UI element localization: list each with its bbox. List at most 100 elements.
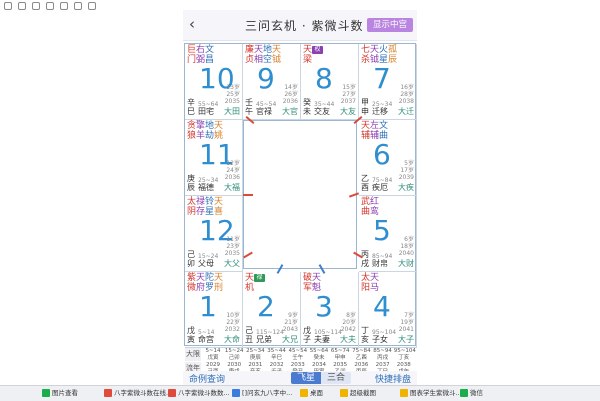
- palace-number: 4: [373, 290, 391, 323]
- age-list: 9岁 21岁 2043: [282, 312, 298, 333]
- age-list: 14岁 26岁 2036: [282, 84, 298, 105]
- app-icon: [400, 389, 408, 397]
- palace-number: 6: [373, 138, 391, 171]
- age-list: 7岁 19岁 2041: [398, 312, 414, 333]
- daxian-cell[interactable]: 35~44 辛巳: [267, 348, 287, 361]
- star-name: 廉 贞: [245, 45, 255, 65]
- palace-cell[interactable]: 天 辅左 辅文 曲 6 5岁 17岁 2039 乙 酉 75~84 疾厄 大疾: [359, 120, 417, 196]
- palace-cell[interactable]: 紫 微天 府陀 罗天 刑 1 10岁 22岁 2032 戊 寅 5~14 命宫 大命: [185, 272, 243, 348]
- star-name: 天 梁: [303, 45, 313, 65]
- taskbar-label: []问玄九八字中...: [242, 389, 293, 397]
- daxian-cell[interactable]: 75~84 乙酉: [351, 348, 371, 361]
- taskbar-item[interactable]: 微信: [460, 388, 483, 399]
- ganzhi: 己 卯: [187, 250, 195, 268]
- taskbar-label: 超级截图: [350, 389, 376, 397]
- daxian-cell[interactable]: 55~64 癸未: [309, 348, 329, 361]
- palace-cell[interactable]: 武 曲红 鸾 5 6岁 18岁 2040 丙 戌 85~94 财帛 大财: [359, 196, 417, 272]
- flying-star-tab[interactable]: 飞星: [291, 372, 322, 384]
- app-icon: [168, 389, 176, 397]
- taskbar-item[interactable]: 图片查看: [42, 388, 78, 399]
- daxian-palace: 大子: [398, 335, 414, 344]
- star-name: 七 杀: [361, 45, 371, 65]
- star-name: 武 曲: [361, 197, 371, 217]
- edit-icon[interactable]: [46, 2, 54, 10]
- age-list: 15岁 27岁 2037: [340, 84, 356, 105]
- palace-name: 迁移: [372, 107, 388, 116]
- palace-cell[interactable]: 巨 门右 弼文 昌 10 13岁 25岁 2035 辛 巳 55~64 田宅 大田: [185, 44, 243, 120]
- copy-icon[interactable]: [32, 2, 40, 10]
- show-center-button[interactable]: 显示中宫: [367, 18, 413, 32]
- star-name: 紫 微: [187, 273, 197, 293]
- palace-cell[interactable]: 贪 狼擎 羊地 劫天 姚 11 12岁 24岁 2036 庚 辰 25~34 福德 大福: [185, 120, 243, 196]
- star-name: 天 辅: [361, 121, 371, 141]
- case-query-link[interactable]: 命例查询: [189, 372, 225, 385]
- star-name: 破 军: [303, 273, 313, 293]
- taskbar-label: 八字紫微斗数在线...: [114, 389, 173, 397]
- daxian-cell[interactable]: 25~34 庚辰: [245, 348, 265, 361]
- daxian-cell[interactable]: 65~74 甲申: [330, 348, 350, 361]
- palace-name: 交友: [314, 107, 330, 116]
- ganzhi: 丁 亥: [361, 326, 369, 344]
- star-name: 禄: [254, 274, 265, 284]
- folder-icon[interactable]: [18, 2, 26, 10]
- daxian-palace: 大夫: [340, 335, 356, 344]
- center-palace: [243, 120, 357, 269]
- file-icon[interactable]: [4, 2, 12, 10]
- palace-number: 3: [315, 290, 333, 323]
- daxian-cell[interactable]: 15~24 己卯: [224, 348, 244, 361]
- palace-number: 7: [373, 62, 391, 95]
- palace-cell[interactable]: 七 杀天 钺火 星孤 辰 7 16岁 28岁 2038 甲 申 25~34 迁移 大迁: [359, 44, 417, 120]
- daxian-cell[interactable]: 85~94 丙戌: [373, 348, 393, 361]
- ganzhi: 壬 午: [245, 98, 253, 116]
- age-list: 5岁 17岁 2039: [398, 160, 414, 181]
- star-name: 天 机: [245, 273, 255, 293]
- palace-cell[interactable]: 太 阴禄 存铃 星天 喜 12 11岁 23岁 2035 己 卯 15~24 父母 大父: [185, 196, 243, 272]
- back-arrow-icon[interactable]: ‹: [189, 15, 203, 33]
- palace-name: 子女: [372, 335, 388, 344]
- daxian-label: 大限: [185, 348, 201, 361]
- daxian-palace: 大官: [282, 107, 298, 116]
- palace-cell[interactable]: 天 梁权 8 15岁 27岁 2037 癸 未 35~44 交友 大友: [301, 44, 359, 120]
- taskbar-item[interactable]: 图表学生紫微斗...: [400, 388, 462, 399]
- app-icon: [300, 389, 308, 397]
- bottom-bar: 命例查询 飞星 三合 快捷排盘: [183, 371, 417, 385]
- mode-switch[interactable]: 飞星 三合: [291, 372, 352, 384]
- ganzhi: 乙 酉: [361, 174, 369, 192]
- palace-number: 1: [199, 290, 217, 323]
- taskbar-item[interactable]: []问玄九八字中...: [232, 388, 292, 399]
- palace-name: 官禄: [256, 107, 272, 116]
- palace-cell[interactable]: 廉 贞天 相地 空天 钺 9 14岁 26岁 2036 壬 午 45~54 官禄 大官: [243, 44, 301, 120]
- daxian-cell[interactable]: 95~104 丁亥: [394, 348, 416, 361]
- palace-cell[interactable]: 破 军天 魁 3 8岁 20岁 2042 戊 子 105~114 夫妻 大夫: [301, 272, 359, 348]
- palace-cell[interactable]: 太 阳天 马 4 7岁 19岁 2041 丁 亥 95~104 子女 大子: [359, 272, 417, 348]
- crop-icon[interactable]: [74, 2, 82, 10]
- daxian-cell[interactable]: 45~54 壬午: [288, 348, 308, 361]
- star-name: 贪 狼: [187, 121, 197, 141]
- ganzhi: 己 丑: [245, 326, 253, 344]
- sihua-tag: 权: [312, 46, 323, 54]
- ganzhi: 戊 寅: [187, 326, 195, 344]
- daxian-cell[interactable]: 5~14 戊寅: [203, 348, 223, 361]
- quick-chart-link[interactable]: 快捷排盘: [375, 372, 411, 385]
- taskbar-item[interactable]: 八字紫微斗数在线...: [104, 388, 172, 399]
- star-name: 巨 门: [187, 45, 197, 65]
- daxian-palace: 大兄: [282, 335, 298, 344]
- age-list: 8岁 20岁 2042: [340, 312, 356, 333]
- palace-number: 5: [373, 214, 391, 247]
- taskbar-item[interactable]: 超级截图: [340, 388, 376, 399]
- sanhe-tab[interactable]: 三合: [321, 372, 352, 384]
- app-icon: [340, 389, 348, 397]
- share-icon[interactable]: [60, 2, 68, 10]
- daxian-palace: 大友: [340, 107, 356, 116]
- palace-name: 夫妻: [314, 335, 330, 344]
- ganzhi: 辛 巳: [187, 98, 195, 116]
- age-list: 6岁 18岁 2040: [398, 236, 414, 257]
- daxian-palace: 大疾: [398, 183, 414, 192]
- taskbar: 图片查看 八字紫微斗数在线... 八字紫微斗数数... []问玄九八字中... 桌面 超级…: [0, 385, 600, 401]
- delete-icon[interactable]: [88, 2, 96, 10]
- palace-name: 财帛: [372, 259, 388, 268]
- taskbar-item[interactable]: 八字紫微斗数数...: [168, 388, 230, 399]
- daxian-palace: 大福: [224, 183, 240, 192]
- taskbar-item[interactable]: 桌面: [300, 388, 323, 399]
- palace-cell[interactable]: 天 机禄 2 9岁 21岁 2043 己 丑 115~124 兄弟 大兄: [243, 272, 301, 348]
